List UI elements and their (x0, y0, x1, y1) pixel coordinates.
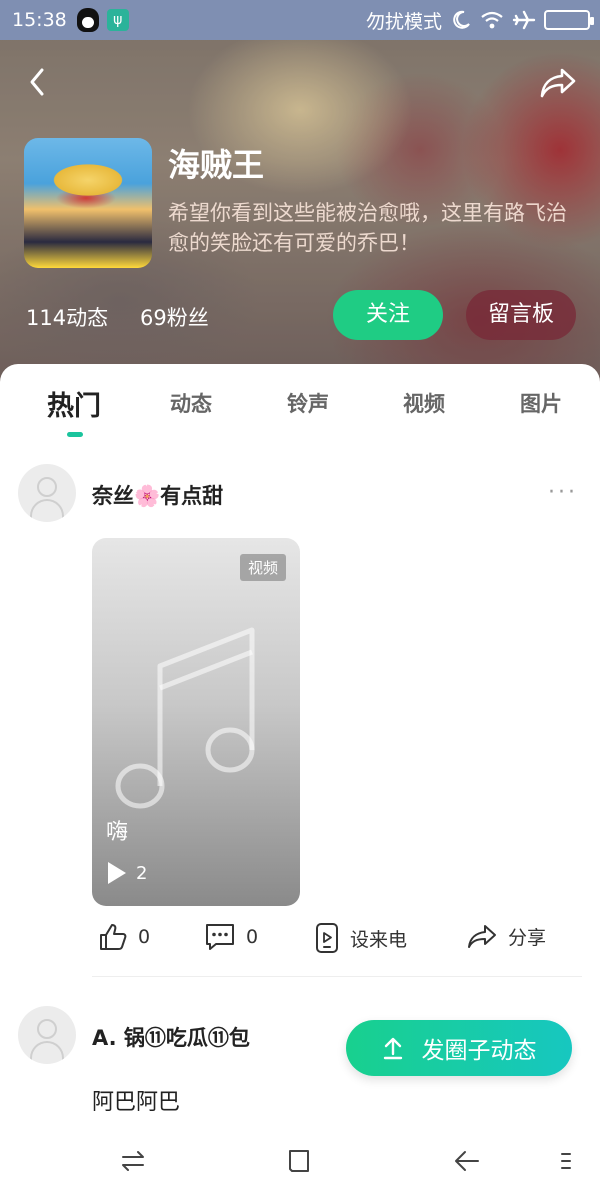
usb-icon: ψ (106, 9, 129, 31)
music-note-icon (115, 627, 255, 809)
circle-title: 海贼王 (168, 146, 265, 184)
status-bar: 15:38 ψ 勿扰模式 (0, 0, 600, 40)
avatar[interactable] (18, 1006, 76, 1064)
qq-icon (76, 8, 99, 32)
like-count: 0 (138, 926, 151, 948)
fans-count[interactable]: 69粉丝 (140, 302, 209, 332)
avatar[interactable] (18, 464, 76, 522)
follow-button[interactable]: 关注 (333, 290, 443, 340)
dnd-label: 勿扰模式 (365, 10, 442, 33)
back-arrow-icon[interactable] (22, 62, 62, 102)
circle-cover-image (24, 138, 152, 268)
video-card[interactable]: 视频 嗨 2 (92, 538, 300, 906)
share-icon[interactable] (536, 62, 580, 102)
share-arrow-icon (468, 925, 496, 948)
menu-icon[interactable] (560, 1146, 572, 1176)
home-icon[interactable] (286, 1146, 314, 1176)
back-nav-icon[interactable] (452, 1146, 482, 1176)
tab-videos[interactable]: 视频 (403, 388, 445, 418)
comment-button[interactable]: 0 (204, 922, 258, 952)
play-icon (108, 862, 126, 884)
moon-icon (453, 10, 470, 29)
battery-icon (544, 10, 594, 30)
status-time: 15:38 (12, 9, 67, 31)
share-label: 分享 (508, 926, 547, 949)
set-ringtone-button[interactable]: 设来电 (314, 922, 407, 954)
upload-icon (383, 1037, 402, 1060)
message-board-button[interactable]: 留言板 (466, 290, 576, 340)
tab-posts[interactable]: 动态 (170, 388, 212, 418)
comment-icon (206, 924, 234, 950)
play-count-value: 2 (136, 862, 148, 884)
share-button[interactable]: 分享 (466, 922, 546, 950)
circle-description: 希望你看到这些能被治愈哦，这里有路飞治愈的笑脸还有可爱的乔巴！ (168, 201, 567, 255)
like-button[interactable]: 0 (98, 922, 150, 952)
posts-count[interactable]: 114动态 (26, 302, 108, 332)
set-ringtone-label: 设来电 (350, 928, 408, 951)
thumbs-up-icon (100, 924, 127, 950)
video-play-count: 2 (108, 862, 147, 884)
video-title: 嗨 (106, 820, 129, 845)
tab-bar: 热门 动态 铃声 视频 图片 (0, 364, 600, 444)
airplane-icon (512, 10, 536, 30)
post-text: 阿巴阿巴 (92, 1090, 181, 1115)
post-action-row: 0 0 设来电 分享 (0, 922, 600, 966)
post-to-circle-button[interactable]: 发圈子动态 (346, 1020, 572, 1076)
post-divider (92, 976, 582, 977)
comment-count: 0 (246, 926, 259, 948)
tab-indicator (67, 432, 83, 437)
fab-label: 发圈子动态 (421, 1038, 537, 1064)
system-navigation-bar (0, 1124, 600, 1200)
post-username[interactable]: A. 锅⑪吃瓜⑪包 (92, 1022, 250, 1052)
wifi-icon (481, 11, 503, 29)
tab-images[interactable]: 图片 (520, 388, 562, 418)
video-tag: 视频 (239, 554, 286, 581)
tab-ringtones[interactable]: 铃声 (287, 388, 329, 418)
post-username[interactable]: 奈丝🌸有点甜 (92, 480, 223, 510)
switch-apps-icon[interactable] (118, 1146, 148, 1176)
tab-hot[interactable]: 热门 (47, 384, 101, 423)
more-options-icon[interactable]: ··· (548, 480, 578, 505)
phone-video-icon (316, 923, 338, 953)
